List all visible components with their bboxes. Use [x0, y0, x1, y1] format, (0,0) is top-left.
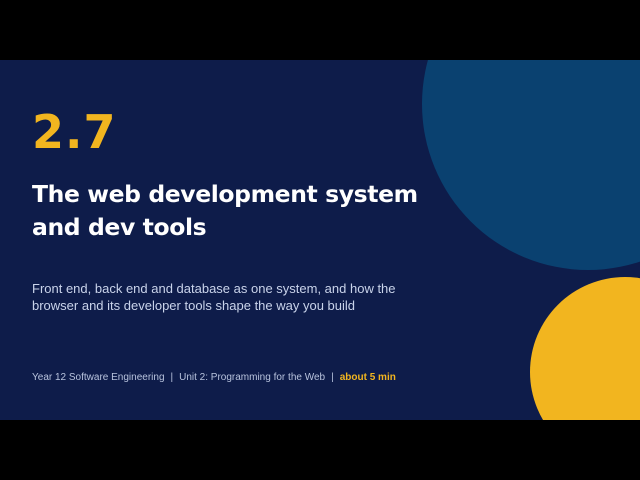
lesson-title: The web development system and dev tools [32, 178, 452, 244]
lesson-footer: Year 12 Software Engineering | Unit 2: Pro… [32, 371, 396, 384]
lesson-title-line-1: The web development system [32, 180, 418, 208]
decorative-yellow-circle [530, 277, 640, 420]
lesson-subtitle-line-1: Front end, back end and database as one … [32, 281, 396, 296]
lesson-subtitle: Front end, back end and database as one … [32, 280, 432, 314]
lesson-title-line-2: and dev tools [32, 213, 207, 241]
footer-separator: | [170, 372, 174, 383]
footer-separator: | [331, 372, 334, 383]
unit-name: Unit 2: Programming for the Web [179, 372, 326, 383]
video-frame: 2.7 The web development system and dev t… [0, 0, 640, 480]
title-slide: 2.7 The web development system and dev t… [0, 60, 640, 420]
decorative-blue-circle [422, 60, 640, 270]
lesson-duration: about 5 min [339, 372, 396, 383]
course-name: Year 12 Software Engineering [32, 372, 165, 383]
lesson-number: 2.7 [32, 105, 117, 159]
lesson-subtitle-line-2: browser and its developer tools shape th… [32, 298, 356, 313]
